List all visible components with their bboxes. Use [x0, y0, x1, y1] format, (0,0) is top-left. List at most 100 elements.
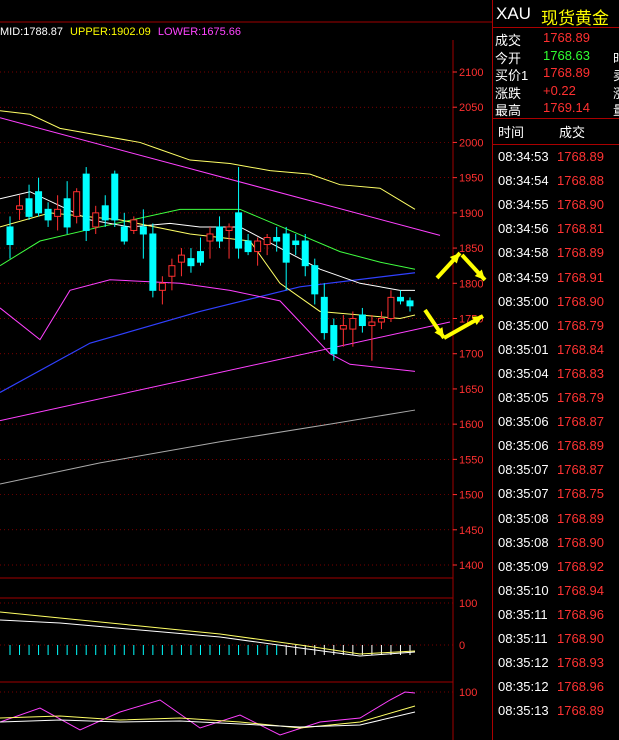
quote-extra: 量	[613, 100, 619, 119]
tick-row: 08:35:07 1768.87	[493, 462, 619, 486]
tick-price: 1768.90	[557, 534, 604, 550]
quote-extra: 涨	[613, 83, 619, 102]
y-tick-label: 1950	[459, 173, 483, 185]
tick-price: 1768.84	[557, 341, 604, 357]
tick-price: 1768.89	[557, 245, 604, 261]
candle	[101, 205, 109, 221]
candle	[130, 219, 138, 231]
candle	[16, 205, 24, 210]
tick-time: 08:34:54	[498, 173, 549, 189]
tick-row: 08:35:09 1768.92	[493, 559, 619, 583]
quote-value: 1768.89	[543, 30, 590, 45]
candle	[225, 226, 233, 231]
tick-time: 08:35:10	[498, 582, 549, 598]
tick-row: 08:35:13 1768.89	[493, 703, 619, 727]
tick-price: 1768.79	[557, 390, 604, 405]
quote-row: 买价1 1768.89 卖	[493, 65, 619, 83]
candle	[387, 296, 395, 319]
y-tick-label: 1700	[459, 349, 483, 361]
candlestick-chart[interactable]: 2100205020001950190018501800175017001650…	[0, 0, 492, 740]
kdj-k-line	[0, 705, 416, 729]
quote-row: 今开 1768.63 时	[493, 48, 619, 66]
y-tick-label: 1800	[459, 278, 483, 290]
tick-price: 1768.89	[557, 438, 604, 454]
candle	[149, 233, 157, 291]
quote-row: 成交 1768.89	[493, 30, 619, 48]
tick-row: 08:35:05 1768.79	[493, 390, 619, 414]
quote-extra: 卖	[613, 65, 619, 84]
divider	[493, 144, 619, 145]
tick-time: 08:35:11	[498, 631, 548, 646]
price-header: 成交	[559, 125, 586, 140]
candle	[263, 237, 271, 246]
tick-row: 08:35:07 1768.75	[493, 486, 619, 510]
tick-time: 08:34:58	[498, 245, 549, 261]
tick-row: 08:35:06 1768.89	[493, 438, 619, 462]
upper-band-line	[0, 110, 416, 210]
quote-value: 1768.89	[543, 65, 590, 80]
boll-indicator-header: MID:1788.87 UPPER:1902.09 LOWER:1675.66	[0, 26, 241, 40]
candle	[292, 240, 300, 246]
tick-row: 08:35:00 1768.90	[493, 294, 619, 318]
candle	[35, 191, 43, 214]
tick-price: 1768.79	[557, 317, 604, 333]
divider	[493, 27, 619, 28]
tick-price: 1768.75	[557, 486, 604, 502]
trendline-lower	[0, 321, 451, 422]
sub-tick-label: 0	[459, 640, 465, 652]
y-tick-label: 2000	[459, 137, 483, 149]
tick-price: 1768.94	[557, 582, 604, 598]
tick-time: 08:35:07	[498, 486, 549, 502]
tick-price: 1768.89	[557, 149, 604, 164]
quote-value: +0.22	[543, 82, 576, 98]
tick-price: 1768.87	[557, 462, 604, 478]
tick-row: 08:34:54 1768.88	[493, 173, 619, 197]
tick-time: 08:34:56	[498, 221, 549, 237]
tick-price: 1768.90	[557, 631, 604, 646]
quote-label: 今开	[495, 50, 522, 66]
tick-time: 08:35:00	[498, 293, 549, 309]
tick-price: 1768.90	[557, 197, 604, 213]
quote-value: 1769.14	[543, 100, 590, 115]
symbol-name: 现货黄金	[541, 9, 609, 28]
tick-time: 08:35:00	[498, 317, 549, 333]
tick-price: 1768.96	[557, 679, 604, 695]
tick-row: 08:34:55 1768.90	[493, 197, 619, 221]
quote-label: 成交	[495, 33, 522, 48]
y-tick-label: 1500	[459, 490, 483, 502]
candle	[396, 296, 404, 302]
candle	[216, 226, 224, 242]
tick-time: 08:35:12	[498, 655, 549, 671]
tick-price: 1768.93	[557, 655, 604, 671]
tick-row: 08:34:53 1768.89	[493, 149, 619, 173]
candle	[206, 233, 214, 242]
tick-price: 1768.91	[557, 269, 604, 285]
symbol-code: XAU	[496, 4, 531, 23]
y-tick-label: 2100	[459, 67, 483, 79]
candle	[187, 258, 195, 267]
candle	[73, 191, 81, 217]
tick-row: 08:35:00 1768.79	[493, 318, 619, 342]
tick-price: 1768.87	[557, 414, 604, 430]
quote-row: 涨跌 +0.22 涨	[493, 83, 619, 101]
mid-label: MID:1788.87	[0, 26, 63, 38]
quote-panel: XAU 现货黄金 成交 1768.89 今开 1768.63 时买价1 1768.89 卖涨…	[492, 0, 619, 740]
y-tick-label: 1850	[459, 243, 483, 255]
tick-time: 08:35:06	[498, 414, 549, 430]
candle	[282, 233, 290, 263]
candle	[311, 265, 319, 295]
tick-row: 08:35:11 1768.90	[493, 631, 619, 655]
tick-time: 08:35:09	[498, 558, 549, 574]
y-tick-label: 1550	[459, 454, 483, 466]
candle	[235, 212, 243, 249]
sub-tick-label: 100	[459, 598, 477, 610]
candle	[54, 208, 62, 217]
divider	[493, 118, 619, 119]
tick-price: 1768.89	[557, 703, 604, 719]
tick-price: 1768.83	[557, 365, 604, 381]
candle	[158, 282, 166, 291]
tick-time: 08:35:04	[498, 365, 549, 381]
quote-label: 买价1	[495, 68, 529, 83]
tick-header: 时间 成交	[493, 120, 619, 140]
kdj-j-line	[0, 691, 416, 736]
